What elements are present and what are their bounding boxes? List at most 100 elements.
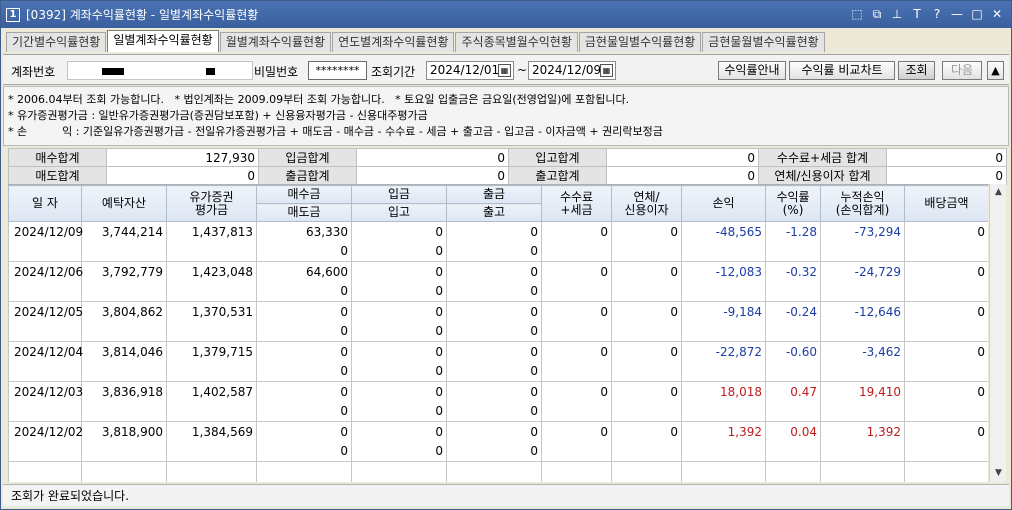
empty-cell	[446, 461, 542, 482]
col-pnl[interactable]: 손익	[681, 185, 766, 222]
table-row[interactable]: 2024/12/04 3,814,046 1,379,715 0 0 0 0 0 -22,872…	[8, 341, 988, 382]
table-row[interactable]: 2024/12/06 3,792,779 1,423,048 64,600 0 0 0 0 -1…	[8, 261, 988, 302]
maximize-icon[interactable]: □	[969, 6, 985, 22]
cell-fee-tax: 0	[541, 341, 612, 382]
cell-deposit-assets: 3,804,862	[81, 301, 167, 342]
summary-row: 매수합계 127,930 입금합계 0 입고합계 0 수수료+세금 합계 0	[8, 148, 1007, 167]
daily-return-grid[interactable]: 일 자 예탁자산 유가증권 평가금 매수금 입금 출금 수수료 +세금 연체/ …	[8, 184, 988, 482]
cell-dividend: 0	[904, 261, 988, 302]
col-date[interactable]: 일 자	[8, 185, 82, 222]
cell-stock-out: 0	[446, 441, 542, 462]
cell-fee-tax: 0	[541, 221, 612, 262]
cell-stock-in: 0	[351, 281, 447, 302]
password-field[interactable]: ********	[308, 61, 367, 80]
cell-interest: 0	[611, 301, 682, 342]
tab-gold-daily-return[interactable]: 금현물일별수익률현황	[578, 32, 702, 52]
cell-fee-tax: 0	[541, 261, 612, 302]
col-fee-tax[interactable]: 수수료 +세금	[541, 185, 612, 222]
return-guide-button[interactable]: 수익률안내	[718, 61, 786, 80]
date-from-field[interactable]: 2024/12/01 ▦	[426, 61, 514, 80]
col-deposit-in[interactable]: 입금	[351, 185, 447, 204]
tab-bar: 기간별수익률현황 일별계좌수익률현황 월별계좌수익률현황 연도별계좌수익률현황 …	[6, 30, 826, 52]
cell-sell: 0	[256, 241, 352, 262]
tab-daily-account-return[interactable]: 일별계좌수익률현황	[107, 30, 219, 52]
next-button[interactable]: 다음	[942, 61, 982, 80]
table-row[interactable]: 2024/12/02 3,818,900 1,384,569 0 0 0 0 0 1,392 0.…	[8, 421, 988, 462]
empty-cell	[81, 461, 167, 482]
col-stock-out[interactable]: 출고	[446, 203, 542, 222]
minimize-icon[interactable]: —	[949, 6, 965, 22]
col-buy[interactable]: 매수금	[256, 185, 352, 204]
help-icon[interactable]: ?	[929, 6, 945, 22]
date-to-value: 2024/12/09	[532, 63, 602, 77]
cell-date: 2024/12/03	[8, 381, 83, 422]
font-size-icon[interactable]: T	[909, 6, 925, 22]
cell-buy: 64,600	[256, 261, 352, 282]
cell-stock-out: 0	[446, 401, 542, 422]
scroll-up-icon[interactable]: ▲	[990, 184, 1007, 201]
cell-cumulative-pnl: -3,462	[820, 341, 905, 382]
cell-stock-out: 0	[446, 241, 542, 262]
cell-fee-tax: 0	[541, 301, 612, 342]
cell-stock-in: 0	[351, 441, 447, 462]
cell-withdraw: 0	[446, 221, 542, 242]
cell-fee-tax: 0	[541, 381, 612, 422]
buy-total-label: 매수합계	[8, 148, 107, 167]
query-bar: 계좌번호 비밀번호 ******** 조회기간 2024/12/01 ▦ ~ 2…	[3, 54, 1009, 85]
fee-tax-total-label: 수수료+세금 합계	[758, 148, 887, 167]
link-icon[interactable]: ⬚	[849, 6, 865, 22]
cell-deposit-assets: 3,744,214	[81, 221, 167, 262]
table-row[interactable]: 2024/12/09 3,744,214 1,437,813 63,330 0 0 0 0 -4…	[8, 221, 988, 262]
tab-yearly-account-return[interactable]: 연도별계좌수익률현황	[332, 32, 455, 52]
cell-deposit-in: 0	[351, 301, 447, 322]
cell-buy: 0	[256, 421, 352, 442]
col-deposit-assets[interactable]: 예탁자산	[81, 185, 167, 222]
vertical-scrollbar[interactable]: ▲ ▼	[989, 184, 1006, 482]
cell-withdraw: 0	[446, 341, 542, 362]
cell-securities-value: 1,370,531	[166, 301, 257, 342]
col-interest[interactable]: 연체/ 신용이자	[611, 185, 682, 222]
search-button[interactable]: 조회	[898, 61, 935, 80]
col-sell[interactable]: 매도금	[256, 203, 352, 222]
cell-date: 2024/12/02	[8, 421, 83, 462]
withdraw-total-label: 출금합계	[258, 166, 357, 185]
date-to-field[interactable]: 2024/12/09 ▦	[528, 61, 616, 80]
scroll-down-icon[interactable]: ▼	[990, 465, 1007, 482]
stock-out-total-value: 0	[606, 166, 759, 185]
interest-total-label: 연체/신용이자 합계	[758, 166, 887, 185]
cell-stock-out: 0	[446, 361, 542, 382]
cell-securities-value: 1,402,587	[166, 381, 257, 422]
cell-interest: 0	[611, 341, 682, 382]
cell-deposit-assets: 3,792,779	[81, 261, 167, 302]
col-stock-in[interactable]: 입고	[351, 203, 447, 222]
cell-dividend: 0	[904, 301, 988, 342]
copy-window-icon[interactable]: ⧉	[869, 6, 885, 22]
tab-monthly-account-return[interactable]: 월별계좌수익률현황	[219, 32, 332, 52]
tab-period-return[interactable]: 기간별수익률현황	[6, 32, 107, 52]
calendar-icon[interactable]: ▦	[498, 64, 511, 77]
calendar-icon[interactable]: ▦	[600, 64, 613, 77]
table-row[interactable]: 2024/12/03 3,836,918 1,402,587 0 0 0 0 0 18,018 0…	[8, 381, 988, 422]
pin-icon[interactable]: ⊥	[889, 6, 905, 22]
col-return-rate[interactable]: 수익률 (%)	[765, 185, 821, 222]
empty-cell	[8, 461, 82, 482]
col-withdraw[interactable]: 출금	[446, 185, 542, 204]
col-dividend[interactable]: 배당금액	[904, 185, 988, 222]
col-securities-value[interactable]: 유가증권 평가금	[166, 185, 257, 222]
table-row[interactable]: 2024/12/05 3,804,862 1,370,531 0 0 0 0 0 -9,184-…	[8, 301, 988, 342]
title-bar: 1 [0392] 계좌수익률현황 - 일별계좌수익률현황 ⬚ ⧉ ⊥ T ? —…	[1, 1, 1011, 28]
col-cumulative-pnl[interactable]: 누적손익 (손익합계)	[820, 185, 905, 222]
account-number-field[interactable]	[67, 61, 253, 80]
collapse-up-button[interactable]: ▲	[987, 61, 1004, 80]
empty-cell	[820, 461, 905, 482]
return-compare-chart-button[interactable]: 수익률 비교차트	[789, 61, 895, 80]
title-buttons: ⬚ ⧉ ⊥ T ? — □ ✕	[849, 6, 1005, 22]
cell-stock-in: 0	[351, 361, 447, 382]
cell-fee-tax: 0	[541, 421, 612, 462]
tab-gold-monthly-return[interactable]: 금현물월별수익률현황	[702, 32, 825, 52]
cell-return-rate: -1.28	[765, 221, 821, 262]
cell-withdraw: 0	[446, 381, 542, 402]
tab-stock-monthly-return[interactable]: 주식종목별월수익현황	[455, 32, 578, 52]
stock-in-total-value: 0	[606, 148, 759, 167]
close-icon[interactable]: ✕	[989, 6, 1005, 22]
